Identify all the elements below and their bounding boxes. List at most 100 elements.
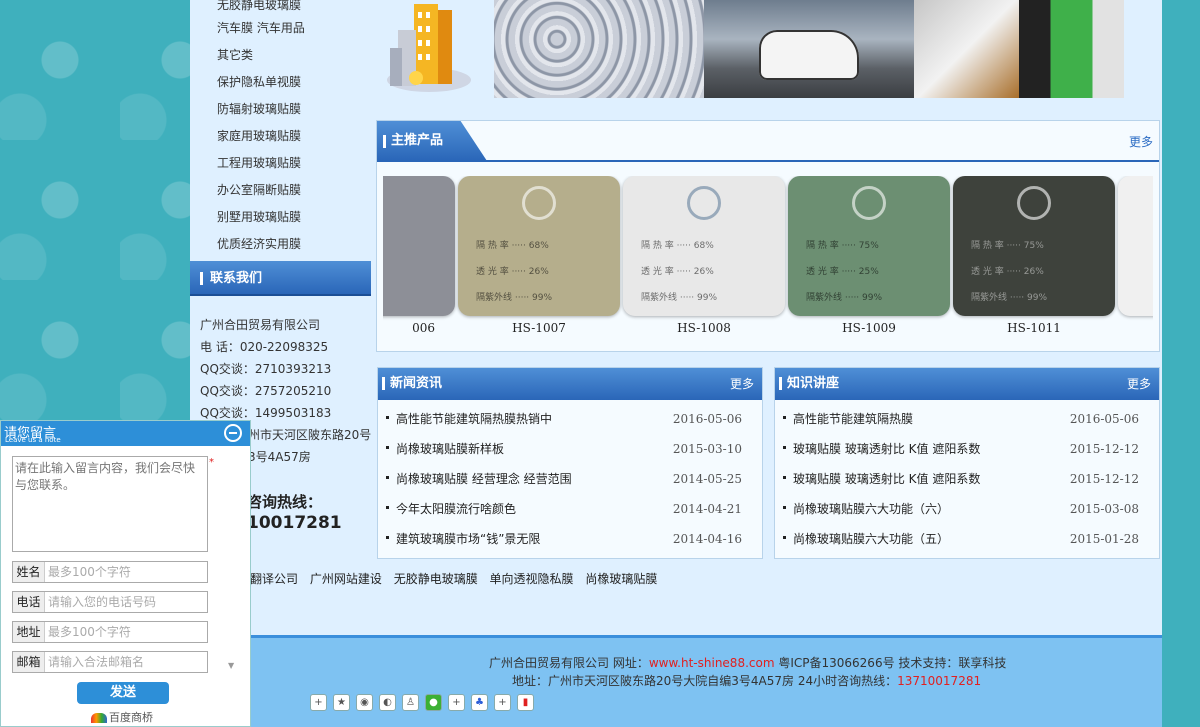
category-item[interactable]: 家庭用玻璃贴膜 — [190, 123, 371, 150]
knowledge-more-link[interactable]: 更多 — [1127, 368, 1151, 400]
product-code[interactable]: HS-1011 — [953, 321, 1115, 335]
tencent-icon[interactable]: ◐ — [379, 694, 396, 711]
news-item-title[interactable]: 今年太阳膜流行啥颜色 — [396, 502, 516, 516]
banner-frosted — [914, 0, 1019, 98]
qzone-icon[interactable]: ★ — [333, 694, 350, 711]
footer-url[interactable]: www.ht-shine88.com — [649, 656, 775, 670]
product-image[interactable]: 隔 热 率 ····· 75% 透 光 率 ····· 26% 隔紫外线 ···… — [953, 176, 1115, 316]
knowledge-item-title[interactable]: 玻璃贴膜 玻璃透射比 K值 遮阳系数 — [793, 442, 980, 456]
knowledge-item-date: 2016-05-06 — [1069, 412, 1139, 426]
product-code[interactable]: 006 — [383, 321, 455, 335]
featured-more-link[interactable]: 更多 — [1129, 133, 1153, 150]
hotline-number: 10017281 — [247, 513, 342, 533]
address-input[interactable] — [45, 622, 207, 642]
spec-line: 隔 热 率 ····· 68% — [641, 241, 714, 251]
knowledge-item-date: 2015-12-12 — [1069, 472, 1139, 486]
knowledge-item[interactable]: 玻璃贴膜 玻璃透射比 K值 遮阳系数 2015-12-12 — [783, 464, 1151, 494]
friend-link[interactable]: 尚橡玻璃贴膜 — [585, 572, 657, 586]
product-card[interactable]: 隔 热 率 ····· 68% 透 光 率 ····· 26% 隔紫外线 ···… — [458, 176, 620, 335]
message-widget: 请您留言 Leave us a note * 姓名 电话 地址 邮箱 ▼ 发送 … — [0, 420, 251, 727]
category-item[interactable]: 汽车膜 汽车用品 — [190, 15, 371, 42]
message-widget-header: 请您留言 Leave us a note — [1, 421, 250, 446]
news-item-title[interactable]: 建筑玻璃膜市场“钱”景无限 — [396, 532, 540, 546]
friend-link[interactable]: 翻译公司 — [250, 572, 298, 586]
friend-link[interactable]: 无胶静电玻璃膜 — [394, 572, 478, 586]
plus-icon[interactable]: + — [448, 694, 465, 711]
news-item[interactable]: 尚橡玻璃贴膜新样板 2015-03-10 — [386, 434, 754, 464]
category-item[interactable]: 优质经济实用膜 — [190, 231, 371, 258]
category-item[interactable]: 办公室隔断贴膜 — [190, 177, 371, 204]
renren-icon[interactable]: ♙ — [402, 694, 419, 711]
brand-logo-icon — [1017, 186, 1051, 220]
knowledge-item-title[interactable]: 尚橡玻璃贴膜六大功能（五） — [793, 532, 949, 546]
category-item[interactable]: 防辐射玻璃贴膜 — [190, 96, 371, 123]
knowledge-item-date: 2015-03-08 — [1069, 502, 1139, 516]
message-textarea[interactable] — [12, 456, 208, 552]
category-item[interactable]: 别墅用玻璃贴膜 — [190, 204, 371, 231]
product-code[interactable]: HS-1009 — [788, 321, 950, 335]
weibo-icon[interactable]: ◉ — [356, 694, 373, 711]
news-item[interactable]: 今年太阳膜流行啥颜色 2014-04-21 — [386, 494, 754, 524]
knowledge-item[interactable]: 尚橡玻璃贴膜六大功能（五） 2015-01-28 — [783, 524, 1151, 554]
brand-logo-icon — [687, 186, 721, 220]
category-item[interactable]: 工程用玻璃贴膜 — [190, 150, 371, 177]
banner-image[interactable] — [494, 0, 1124, 98]
news-item-title[interactable]: 尚橡玻璃贴膜 经营理念 经营范围 — [396, 472, 572, 486]
product-image[interactable]: 隔 热 率 ····· 68% 透 光 率 ····· 26% 隔紫外线 ···… — [623, 176, 785, 316]
knowledge-item-title[interactable]: 尚橡玻璃贴膜六大功能（六） — [793, 502, 949, 516]
knowledge-item[interactable]: 玻璃贴膜 玻璃透射比 K值 遮阳系数 2015-12-12 — [783, 434, 1151, 464]
brand-logo-icon — [522, 186, 556, 220]
baidu-icon[interactable]: ♣ — [471, 694, 488, 711]
plus-icon[interactable]: + — [310, 694, 327, 711]
news-item-date: 2016-05-06 — [672, 412, 742, 426]
product-code[interactable]: HS-1007 — [458, 321, 620, 335]
baidu-bridge-link[interactable]: 百度商桥 — [91, 709, 153, 725]
product-card[interactable]: 隔 热 率 ····· 75% 透 光 率 ····· 26% 隔紫外线 ···… — [953, 176, 1115, 335]
plus-icon[interactable]: + — [494, 694, 511, 711]
news-item[interactable]: 尚橡玻璃贴膜 经营理念 经营范围 2014-05-25 — [386, 464, 754, 494]
news-item-date: 2014-04-21 — [672, 502, 742, 516]
knowledge-item-title[interactable]: 高性能节能建筑隔热膜 — [793, 412, 913, 426]
news-item-title[interactable]: 高性能节能建筑隔热膜热销中 — [396, 412, 552, 426]
minimize-icon[interactable] — [224, 424, 242, 442]
contact-line[interactable]: QQ交谈：2757205210 — [200, 380, 370, 402]
email-input[interactable] — [45, 652, 207, 672]
banner — [376, 0, 1162, 100]
category-item[interactable]: 其它类 — [190, 42, 371, 69]
product-image[interactable] — [1118, 176, 1153, 316]
wechat-icon[interactable]: ● — [425, 694, 442, 711]
name-field-label: 姓名 — [13, 562, 45, 582]
contact-line[interactable]: QQ交谈：2710393213 — [200, 358, 370, 380]
cnzz-icon[interactable]: ▮ — [517, 694, 534, 711]
product-card[interactable]: 隔 热 率 ····· 68% 透 光 率 ····· 26% 隔紫外线 ···… — [623, 176, 785, 335]
friend-link[interactable]: 广州网站建设 — [310, 572, 382, 586]
product-code[interactable]: HS-1008 — [623, 321, 785, 335]
spec-line: 透 光 率 ····· 26% — [971, 267, 1044, 277]
product-image[interactable] — [383, 176, 455, 316]
category-item[interactable]: 无胶静电玻璃膜 — [190, 0, 371, 15]
product-card[interactable]: 隔 热 率 ····· 75% 透 光 率 ····· 25% 隔紫外线 ···… — [788, 176, 950, 335]
name-input[interactable] — [45, 562, 207, 582]
phone-field: 电话 — [12, 591, 208, 613]
friend-link[interactable]: 单向透视隐私膜 — [490, 572, 574, 586]
news-item-date: 2014-04-16 — [672, 532, 742, 546]
phone-input[interactable] — [45, 592, 207, 612]
knowledge-item[interactable]: 高性能节能建筑隔热膜 2016-05-06 — [783, 404, 1151, 434]
knowledge-item[interactable]: 尚橡玻璃贴膜六大功能（六） 2015-03-08 — [783, 494, 1151, 524]
bridge-label: 百度商桥 — [109, 711, 153, 724]
send-button[interactable]: 发送 — [77, 682, 169, 704]
scroll-down-icon[interactable]: ▼ — [228, 661, 236, 670]
featured-products: 主推产品 更多 006 隔 热 率 ····· 68% 透 光 率 ····· … — [376, 120, 1160, 352]
knowledge-item-title[interactable]: 玻璃贴膜 玻璃透射比 K值 遮阳系数 — [793, 472, 980, 486]
address-field: 地址 — [12, 621, 208, 643]
news-more-link[interactable]: 更多 — [730, 368, 754, 400]
product-image[interactable]: 隔 热 率 ····· 75% 透 光 率 ····· 25% 隔紫外线 ···… — [788, 176, 950, 316]
news-item[interactable]: 高性能节能建筑隔热膜热销中 2016-05-06 — [386, 404, 754, 434]
news-item[interactable]: 建筑玻璃膜市场“钱”景无限 2014-04-16 — [386, 524, 754, 554]
news-item-title[interactable]: 尚橡玻璃贴膜新样板 — [396, 442, 504, 456]
product-image[interactable]: 隔 热 率 ····· 68% 透 光 率 ····· 26% 隔紫外线 ···… — [458, 176, 620, 316]
product-card[interactable]: 006 — [383, 176, 455, 335]
footer-icp[interactable]: 粤ICP备13066266号 技术支持：联享科技 — [775, 656, 1006, 670]
product-card[interactable] — [1118, 176, 1153, 316]
category-item[interactable]: 保护隐私单视膜 — [190, 69, 371, 96]
